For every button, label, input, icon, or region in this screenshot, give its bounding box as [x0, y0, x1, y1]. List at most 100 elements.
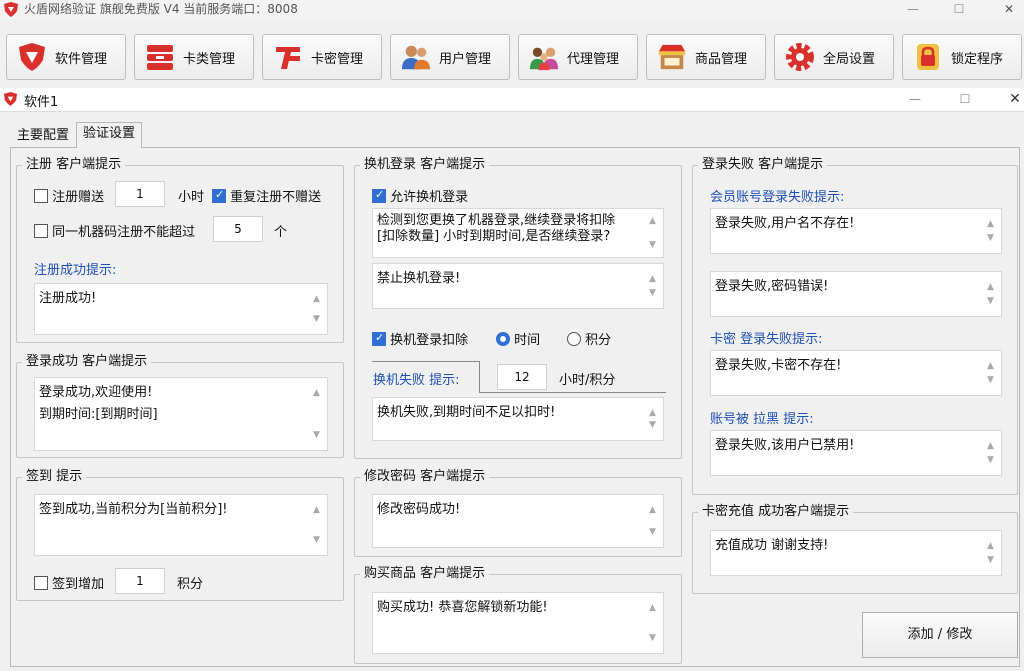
- child-window-title: 软件1: [24, 95, 59, 110]
- machine-limit-input[interactable]: 5: [213, 216, 263, 242]
- scroll-down-icon[interactable]: ▼: [313, 529, 320, 551]
- scrollbar[interactable]: ▲ ▼: [311, 380, 325, 448]
- user-missing-memo[interactable]: 登录失败,用户名不存在! ▲ ▼: [710, 208, 1002, 254]
- switch-group-title: 换机登录 客户端提示: [360, 157, 490, 173]
- signin-add-unit: 积分: [177, 577, 204, 592]
- register-gift-checkbox[interactable]: [34, 188, 48, 203]
- agent-manage-button[interactable]: 代理管理: [518, 34, 638, 80]
- scroll-up-icon[interactable]: ▲: [649, 499, 656, 521]
- register-success-memo[interactable]: 注册成功! ▲ ▼: [34, 283, 328, 335]
- allow-switch-row[interactable]: 允许换机登录: [372, 186, 468, 205]
- signin-add-input[interactable]: 1: [115, 568, 165, 594]
- tab-verify-settings[interactable]: 验证设置: [76, 122, 143, 148]
- allow-switch-checkbox[interactable]: [372, 188, 386, 203]
- scrollbar[interactable]: ▲ ▼: [311, 286, 325, 332]
- machine-checkbox-row[interactable]: 同一机器码注册不能超过: [34, 221, 195, 240]
- gift-checkbox-row[interactable]: 注册赠送: [34, 186, 104, 205]
- child-close-button[interactable]: ✕: [1000, 90, 1024, 108]
- add-modify-button[interactable]: 添加 / 修改: [862, 612, 1018, 658]
- scrollbar[interactable]: ▲ ▼: [647, 400, 661, 438]
- opt-time-radio[interactable]: [496, 331, 510, 346]
- signin-add-row[interactable]: 签到增加: [34, 573, 104, 592]
- switch-deduct-memo[interactable]: 检测到您更换了机器登录,继续登录将扣除 [扣除数量] 小时到期时间,是否继续登录…: [372, 208, 664, 258]
- opt-points-radio[interactable]: [567, 331, 581, 346]
- machine-limit-unit: 个: [274, 225, 288, 240]
- switch-fail-input[interactable]: 12: [497, 364, 547, 390]
- card-missing-text: 登录失败,卡密不存在!: [715, 358, 842, 373]
- signin-add-checkbox[interactable]: [34, 575, 48, 590]
- scroll-down-icon[interactable]: ▼: [987, 369, 994, 391]
- scroll-down-icon[interactable]: ▼: [313, 424, 320, 446]
- scrollbar[interactable]: ▲ ▼: [985, 433, 999, 473]
- scroll-up-icon[interactable]: ▲: [649, 213, 656, 229]
- password-text: 修改密码成功!: [377, 502, 461, 517]
- scroll-down-icon[interactable]: ▼: [649, 414, 656, 436]
- scrollbar[interactable]: ▲ ▼: [311, 497, 325, 553]
- scroll-down-icon[interactable]: ▼: [313, 308, 320, 330]
- register-success-label: 注册成功提示:: [34, 263, 117, 278]
- scroll-up-icon[interactable]: ▲: [649, 597, 656, 619]
- scroll-up-icon[interactable]: ▲: [313, 288, 320, 310]
- software-manage-button[interactable]: 软件管理: [6, 34, 126, 80]
- scrollbar[interactable]: ▲ ▼: [647, 211, 661, 255]
- card-type-manage-button[interactable]: 卡类管理: [134, 34, 254, 80]
- card-key-manage-button[interactable]: 卡密管理: [262, 34, 382, 80]
- global-settings-button[interactable]: 全局设置: [774, 34, 894, 80]
- scrollbar[interactable]: ▲ ▼: [985, 353, 999, 393]
- recharge-memo[interactable]: 充值成功 谢谢支持! ▲ ▼: [710, 530, 1002, 576]
- register-gift-label: 注册赠送: [52, 190, 105, 205]
- scroll-down-icon[interactable]: ▼: [987, 227, 994, 249]
- scroll-down-icon[interactable]: ▼: [987, 449, 994, 471]
- signin-group-title: 签到 提示: [22, 469, 87, 485]
- scroll-down-icon[interactable]: ▼: [649, 237, 656, 253]
- scroll-down-icon[interactable]: ▼: [987, 290, 994, 312]
- ban-label: 账号被 拉黑 提示:: [710, 412, 814, 427]
- register-gift-input[interactable]: 1: [115, 181, 165, 207]
- maximize-button[interactable]: ☐: [944, 0, 974, 18]
- tab-main-config[interactable]: 主要配置: [10, 124, 76, 148]
- signin-memo[interactable]: 签到成功,当前积分为[当前积分]! ▲ ▼: [34, 494, 328, 556]
- scrollbar[interactable]: ▲ ▼: [985, 211, 999, 251]
- opt-time-row[interactable]: 时间: [496, 329, 540, 348]
- product-manage-button[interactable]: 商品管理: [646, 34, 766, 80]
- switch-deduct-checkbox[interactable]: [372, 331, 386, 346]
- signin-add-label: 签到增加: [52, 577, 105, 592]
- minimize-button[interactable]: —: [898, 0, 928, 18]
- repeat-register-checkbox[interactable]: [212, 188, 226, 203]
- scroll-down-icon[interactable]: ▼: [649, 282, 656, 304]
- scrollbar[interactable]: ▲ ▼: [647, 595, 661, 651]
- pwd-wrong-memo[interactable]: 登录失败,密码错误! ▲ ▼: [710, 271, 1002, 317]
- switch-deduct-row[interactable]: 换机登录扣除: [372, 329, 468, 348]
- machine-limit-checkbox[interactable]: [34, 223, 48, 238]
- scrollbar[interactable]: ▲ ▼: [985, 533, 999, 573]
- password-memo[interactable]: 修改密码成功! ▲ ▼: [372, 494, 664, 548]
- switch-fail-memo[interactable]: 换机失败,到期时间不足以扣时! ▲ ▼: [372, 397, 664, 441]
- scroll-down-icon[interactable]: ▼: [649, 521, 656, 543]
- close-button[interactable]: ✕: [994, 0, 1024, 18]
- user-manage-button[interactable]: 用户管理: [390, 34, 510, 80]
- lock-program-button[interactable]: 锁定程序: [902, 34, 1022, 80]
- scroll-down-icon[interactable]: ▼: [987, 549, 994, 571]
- repeat-checkbox-row[interactable]: 重复注册不赠送: [212, 186, 321, 205]
- scroll-up-icon[interactable]: ▲: [313, 499, 320, 521]
- scrollbar[interactable]: ▲ ▼: [647, 497, 661, 545]
- opt-time-label: 时间: [514, 333, 541, 348]
- switch-forbid-memo[interactable]: 禁止换机登录! ▲ ▼: [372, 263, 664, 309]
- scrollbar[interactable]: ▲ ▼: [647, 266, 661, 306]
- gear-icon: [785, 42, 815, 72]
- scrollbar[interactable]: ▲ ▼: [985, 274, 999, 314]
- card-missing-memo[interactable]: 登录失败,卡密不存在! ▲ ▼: [710, 350, 1002, 396]
- child-maximize-button[interactable]: ☐: [950, 90, 980, 108]
- allow-switch-label: 允许换机登录: [390, 190, 469, 205]
- opt-points-row[interactable]: 积分: [567, 329, 611, 348]
- shop-icon: [657, 42, 687, 72]
- scroll-up-icon[interactable]: ▲: [313, 382, 320, 404]
- scroll-down-icon[interactable]: ▼: [649, 627, 656, 649]
- banned-memo[interactable]: 登录失败,该用户已禁用! ▲ ▼: [710, 430, 1002, 476]
- login-success-memo[interactable]: 登录成功,欢迎使用! 到期时间:[到期时间] ▲ ▼: [34, 377, 328, 451]
- purchase-memo[interactable]: 购买成功! 恭喜您解锁新功能! ▲ ▼: [372, 592, 664, 654]
- child-minimize-button[interactable]: —: [900, 90, 930, 108]
- login-fail-group-title: 登录失败 客户端提示: [698, 157, 828, 173]
- card-stack-icon: [145, 42, 175, 72]
- main-toolbar: 软件管理 卡类管理 卡密管理 用户管理 代理管理 商品管理 全局设置 锁定程序: [0, 28, 1024, 86]
